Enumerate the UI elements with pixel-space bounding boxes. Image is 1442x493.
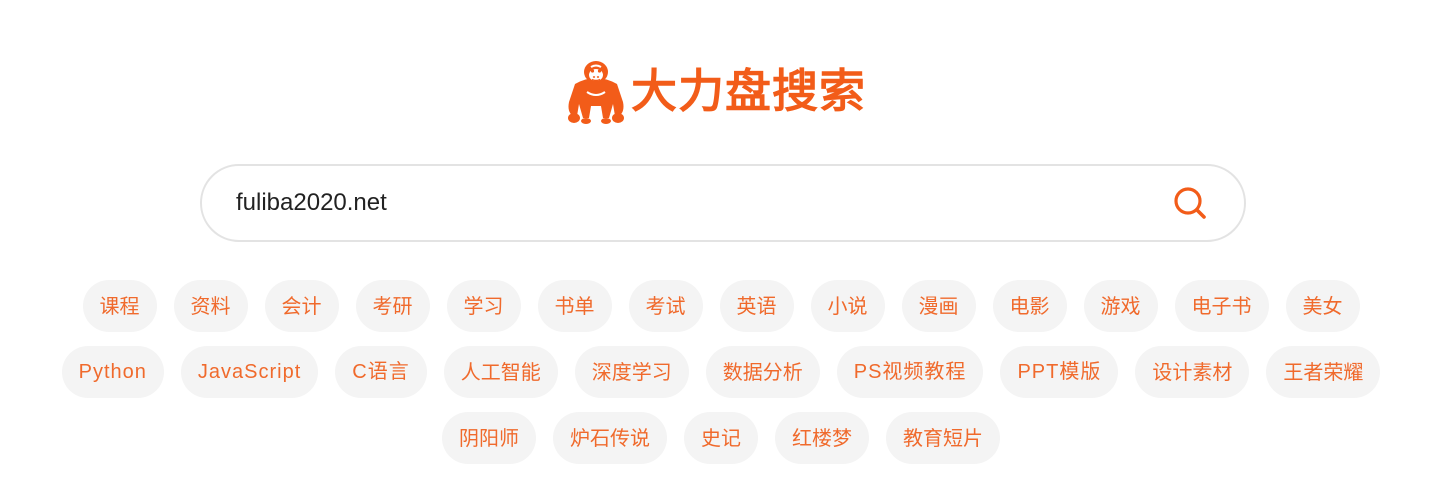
- tag-chip[interactable]: 游戏: [1083, 280, 1158, 332]
- page: 大力盘搜索 课程资料会计考研学习书单考试英语小说漫画电影游戏电子书美女 Pyth…: [0, 0, 1442, 493]
- search-icon: [1174, 187, 1206, 219]
- tag-chip[interactable]: 考研: [355, 280, 430, 332]
- tag-chip[interactable]: 小说: [810, 280, 885, 332]
- tag-chip[interactable]: 史记: [684, 412, 758, 464]
- tag-chip[interactable]: 电影: [992, 280, 1067, 332]
- hot-tags: 课程 资料 会计 考研 学习 书单 考试 英语 小说 漫画 电影 游戏 电子书 美女 Python Java…: [14, 280, 1428, 478]
- tag-chip[interactable]: 漫画: [901, 280, 976, 332]
- tag-chip[interactable]: 考试: [628, 280, 703, 332]
- gorilla-logo-icon: [568, 61, 624, 124]
- site-logo[interactable]: 大力盘搜索: [567, 58, 866, 124]
- tag-chip[interactable]: Python: [61, 346, 164, 398]
- tag-chip[interactable]: 课程: [82, 280, 157, 332]
- tag-chip[interactable]: 数据分析: [705, 346, 820, 398]
- tag-chip[interactable]: 王者荣耀: [1266, 346, 1381, 398]
- tag-chip[interactable]: 设计素材: [1135, 346, 1250, 398]
- search-box: [200, 164, 1246, 242]
- tag-chip[interactable]: 阴阳师: [442, 412, 536, 464]
- tag-chip[interactable]: JavaScript: [180, 346, 319, 398]
- tag-row: 课程 资料 会计 考研 学习 书单 考试 英语 小说 漫画 电影 游戏 电子书 美女: [14, 280, 1428, 332]
- tag-chip[interactable]: 炉石传说: [553, 412, 667, 464]
- tag-chip[interactable]: 红楼梦: [775, 412, 869, 464]
- search-input[interactable]: [236, 183, 1168, 223]
- tag-row: 阴阳师 炉石传说 史记 红楼梦 教育短片: [14, 412, 1428, 464]
- tag-row: Python JavaScript C语言 人工智能 深度学习 数据分析 PS视频教程 PPT…: [14, 346, 1428, 398]
- tag-chip[interactable]: 电子书: [1174, 280, 1269, 332]
- tag-chip[interactable]: PS视频教程: [836, 346, 984, 398]
- site-title: 大力盘搜索: [631, 64, 866, 118]
- tag-chip[interactable]: 会计: [264, 280, 339, 332]
- tag-chip[interactable]: 书单: [537, 280, 612, 332]
- tag-chip[interactable]: 资料: [173, 280, 248, 332]
- tag-chip[interactable]: 英语: [719, 280, 794, 332]
- search-button[interactable]: [1168, 181, 1212, 225]
- tag-chip[interactable]: 教育短片: [886, 412, 1000, 464]
- tag-chip[interactable]: PPT模版: [1000, 346, 1119, 398]
- tag-chip[interactable]: C语言: [335, 346, 427, 398]
- tag-chip[interactable]: 深度学习: [574, 346, 689, 398]
- tag-chip[interactable]: 人工智能: [443, 346, 558, 398]
- tag-chip[interactable]: 学习: [446, 280, 521, 332]
- tag-chip[interactable]: 美女: [1285, 280, 1360, 332]
